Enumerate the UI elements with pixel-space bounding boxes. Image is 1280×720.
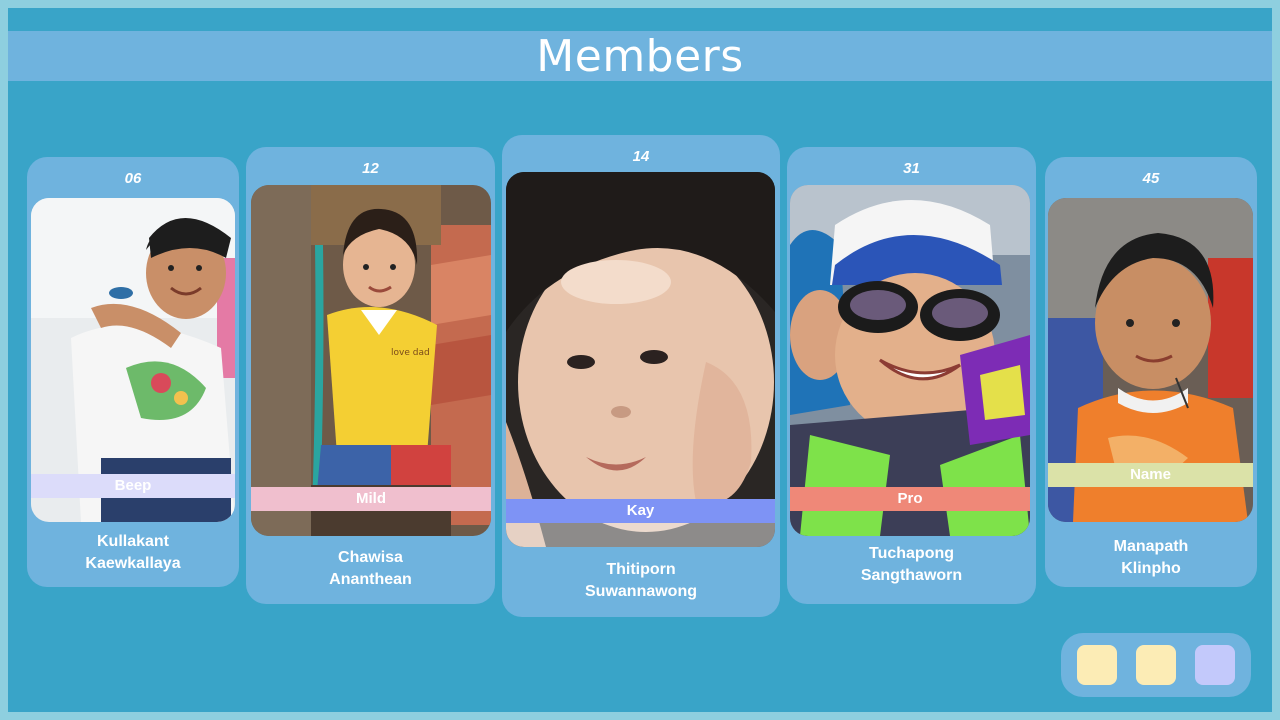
member-name: Manapath Klinpho	[1045, 536, 1257, 580]
member-nickname-tag: Kay	[506, 499, 775, 523]
member-first-name: Chawisa	[338, 549, 403, 566]
pager-dots	[1061, 633, 1251, 697]
member-name: Tuchapong Sangthaworn	[787, 543, 1036, 587]
pager-dot-1[interactable]	[1077, 645, 1117, 685]
member-photo: Pro	[790, 185, 1030, 536]
member-last-name: Klinpho	[1121, 560, 1181, 577]
page-title: Members	[536, 31, 744, 82]
member-card-mild[interactable]: 12 love dad Mild Chawisa Ananthean	[246, 147, 495, 604]
member-first-name: Tuchapong	[868, 545, 955, 562]
member-name: Kullakant Kaewkallaya	[27, 531, 239, 575]
member-last-name: Ananthean	[329, 571, 412, 588]
member-nickname-tag: Name	[1048, 463, 1253, 487]
member-photo: Kay	[506, 172, 775, 547]
member-last-name: Sangthaworn	[860, 567, 963, 584]
member-card-pro[interactable]: 31 Pro Tuchapong Sangthaworn	[787, 147, 1036, 604]
member-photo: Beep	[31, 198, 235, 522]
member-last-name: Kaewkallaya	[85, 555, 181, 572]
pager-dot-2[interactable]	[1136, 645, 1176, 685]
svg-text:love dad: love dad	[391, 348, 430, 358]
member-name: Chawisa Ananthean	[246, 547, 495, 591]
member-card-kay[interactable]: 14 Kay Thitiporn Suwannawong	[502, 135, 780, 617]
member-nickname-tag: Mild	[251, 487, 491, 511]
member-card-beep[interactable]: 06 Beep Kullakant Kaewkallaya	[27, 157, 239, 587]
member-photo: Name	[1048, 198, 1253, 522]
member-card-name[interactable]: 45 Name Manapath Klinpho	[1045, 157, 1257, 587]
member-number: 45	[1142, 170, 1160, 187]
member-number: 12	[362, 160, 379, 177]
member-first-name: Manapath	[1113, 538, 1189, 555]
member-number: 31	[903, 160, 920, 177]
member-nickname-tag: Pro	[790, 487, 1030, 511]
member-photo: love dad Mild	[251, 185, 491, 536]
member-first-name: Thitiporn	[606, 561, 676, 578]
member-number: 14	[632, 148, 650, 165]
member-name: Thitiporn Suwannawong	[502, 559, 780, 603]
pager-dot-3[interactable]	[1195, 645, 1235, 685]
member-nickname-tag: Beep	[31, 474, 235, 498]
member-first-name: Kullakant	[96, 533, 169, 550]
member-number: 06	[124, 170, 142, 187]
title-bar: Members	[8, 31, 1272, 82]
member-last-name: Suwannawong	[585, 583, 697, 600]
